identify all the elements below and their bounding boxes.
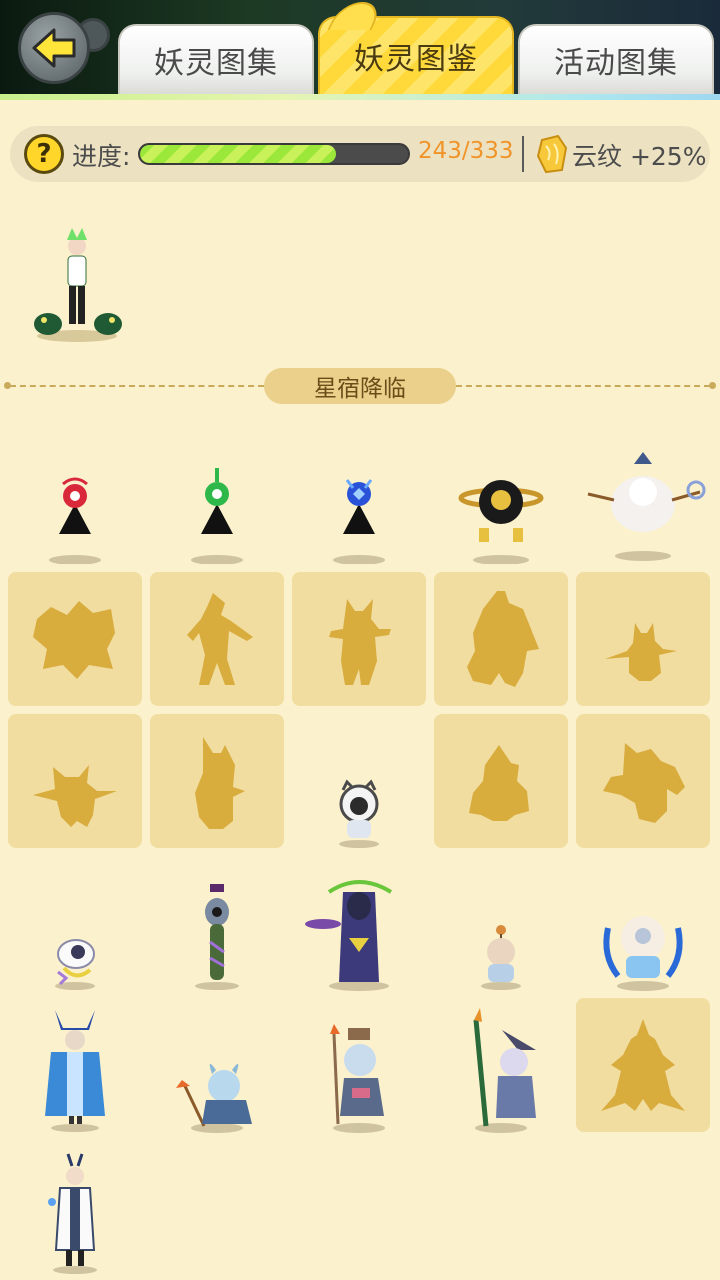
locked-character-slot[interactable] xyxy=(150,572,284,706)
character-figure xyxy=(55,939,95,990)
character-card[interactable] xyxy=(292,430,426,564)
locked-character-slot[interactable] xyxy=(576,572,710,706)
character-silhouette xyxy=(329,599,391,685)
tab-yaoling-gallery[interactable]: 妖灵图集 xyxy=(118,24,314,94)
character-figure xyxy=(176,1063,252,1133)
character-card[interactable] xyxy=(576,430,710,564)
character-figure xyxy=(49,477,101,564)
progress-track xyxy=(138,143,410,165)
locked-character-slot[interactable] xyxy=(8,572,142,706)
locked-character-slot[interactable] xyxy=(434,714,568,848)
top-bar: 妖灵图集 妖灵图鉴 活动图集 xyxy=(0,0,720,100)
progress-count: 243/333 xyxy=(418,138,514,164)
section-divider-right xyxy=(456,385,710,387)
character-silhouette xyxy=(601,1019,685,1111)
locked-character-slot[interactable] xyxy=(576,998,710,1132)
character-card[interactable] xyxy=(8,858,142,992)
section-divider-left xyxy=(10,385,264,387)
back-button[interactable] xyxy=(18,12,110,84)
character-card[interactable] xyxy=(434,1000,568,1134)
locked-character-slot[interactable] xyxy=(434,572,568,706)
character-figure xyxy=(48,1153,97,1274)
character-silhouette xyxy=(603,743,685,823)
character-card[interactable] xyxy=(434,430,568,564)
tab-yaoling-handbook[interactable]: 妖灵图鉴 xyxy=(318,16,514,94)
locked-character-slot[interactable] xyxy=(8,714,142,848)
character-card[interactable] xyxy=(10,210,144,344)
character-silhouette xyxy=(33,601,115,679)
character-figure xyxy=(481,925,521,990)
character-figure xyxy=(305,880,393,991)
locked-character-slot[interactable] xyxy=(150,714,284,848)
character-figure xyxy=(458,480,544,564)
divider xyxy=(522,136,524,172)
character-card[interactable] xyxy=(8,1142,142,1276)
character-card[interactable] xyxy=(8,1000,142,1134)
character-silhouette xyxy=(467,591,539,687)
bonus-text: 云纹 +25% xyxy=(572,142,707,171)
character-card[interactable] xyxy=(150,430,284,564)
character-figure xyxy=(191,468,243,564)
divider-dot xyxy=(709,382,716,389)
locked-character-slot[interactable] xyxy=(576,714,710,848)
back-arrow-icon xyxy=(32,28,76,68)
character-card[interactable] xyxy=(8,430,142,564)
character-figure xyxy=(34,228,122,342)
character-card[interactable] xyxy=(150,1000,284,1134)
character-figure xyxy=(330,1024,385,1133)
character-figure xyxy=(603,916,683,991)
character-figure xyxy=(45,1010,105,1132)
locked-character-slot[interactable] xyxy=(292,572,426,706)
character-figure xyxy=(195,884,239,990)
tab-event-gallery[interactable]: 活动图集 xyxy=(518,24,714,94)
character-card[interactable] xyxy=(292,714,426,848)
character-card[interactable] xyxy=(292,858,426,992)
character-figure xyxy=(587,452,706,561)
section-title: 星宿降临 xyxy=(264,368,456,404)
character-silhouette xyxy=(195,737,245,829)
character-silhouette xyxy=(187,593,253,685)
character-card[interactable] xyxy=(434,858,568,992)
character-card[interactable] xyxy=(576,858,710,992)
progress-fill xyxy=(140,145,336,163)
character-silhouette xyxy=(469,745,529,821)
character-figure xyxy=(333,479,385,564)
character-silhouette xyxy=(605,623,677,681)
character-card[interactable] xyxy=(292,1000,426,1134)
cloud-pattern-icon xyxy=(536,134,568,174)
character-silhouette xyxy=(33,765,117,827)
progress-label: 进度: xyxy=(72,142,131,171)
character-card[interactable] xyxy=(150,858,284,992)
question-mark-icon[interactable]: ? xyxy=(24,134,64,174)
character-figure xyxy=(473,1008,536,1133)
progress-bar-row: ? 进度: 243/333 云纹 +25% xyxy=(10,126,710,182)
character-figure xyxy=(339,779,379,848)
